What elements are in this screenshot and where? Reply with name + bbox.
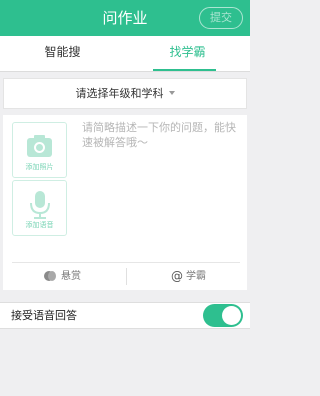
at-icon: @ bbox=[171, 269, 183, 283]
tab-find-expert[interactable]: 找学霸 bbox=[125, 36, 250, 71]
add-voice-label: 添加语音 bbox=[25, 221, 54, 229]
toggle-knob bbox=[222, 306, 241, 325]
coin-icon bbox=[44, 271, 56, 281]
reward-label: 悬赏 bbox=[61, 271, 81, 282]
selector-label: 请选择年级和学科 bbox=[75, 87, 164, 100]
voice-answer-label: 接受语音回答 bbox=[11, 309, 77, 322]
bottom-separator bbox=[126, 268, 127, 285]
add-photo-button[interactable]: 添加照片 bbox=[12, 122, 67, 178]
tab-smart-search[interactable]: 智能搜 bbox=[0, 36, 125, 71]
mention-expert-button[interactable]: @ 学霸 bbox=[171, 268, 206, 285]
question-input[interactable]: 请简略描述一下你的问题，能快速被解答哦～ bbox=[82, 120, 242, 150]
add-voice-button[interactable]: 添加语音 bbox=[12, 180, 67, 236]
submit-button[interactable]: 提交 bbox=[199, 7, 243, 29]
tab-bar: 智能搜 找学霸 bbox=[0, 36, 250, 71]
voice-answer-row: 接受语音回答 bbox=[0, 302, 250, 329]
chevron-down-icon bbox=[168, 91, 175, 95]
grade-subject-selector[interactable]: 请选择年级和学科 bbox=[3, 78, 247, 109]
question-card: 添加照片 添加语音 请简略描述一下你的问题，能快速被解答哦～ 悬赏 @ 学霸 bbox=[3, 115, 247, 290]
app-root: 问作业 提交 智能搜 找学霸 请选择年级和学科 添加照片 添加语音 请简略描述一… bbox=[0, 0, 250, 396]
add-photo-label: 添加照片 bbox=[25, 163, 54, 171]
card-divider bbox=[12, 262, 240, 263]
tabs-divider bbox=[0, 71, 250, 72]
voice-answer-toggle[interactable] bbox=[203, 304, 243, 327]
reward-button[interactable]: 悬赏 bbox=[43, 268, 81, 285]
app-header: 问作业 提交 bbox=[0, 0, 250, 36]
mention-label: 学霸 bbox=[186, 271, 206, 282]
